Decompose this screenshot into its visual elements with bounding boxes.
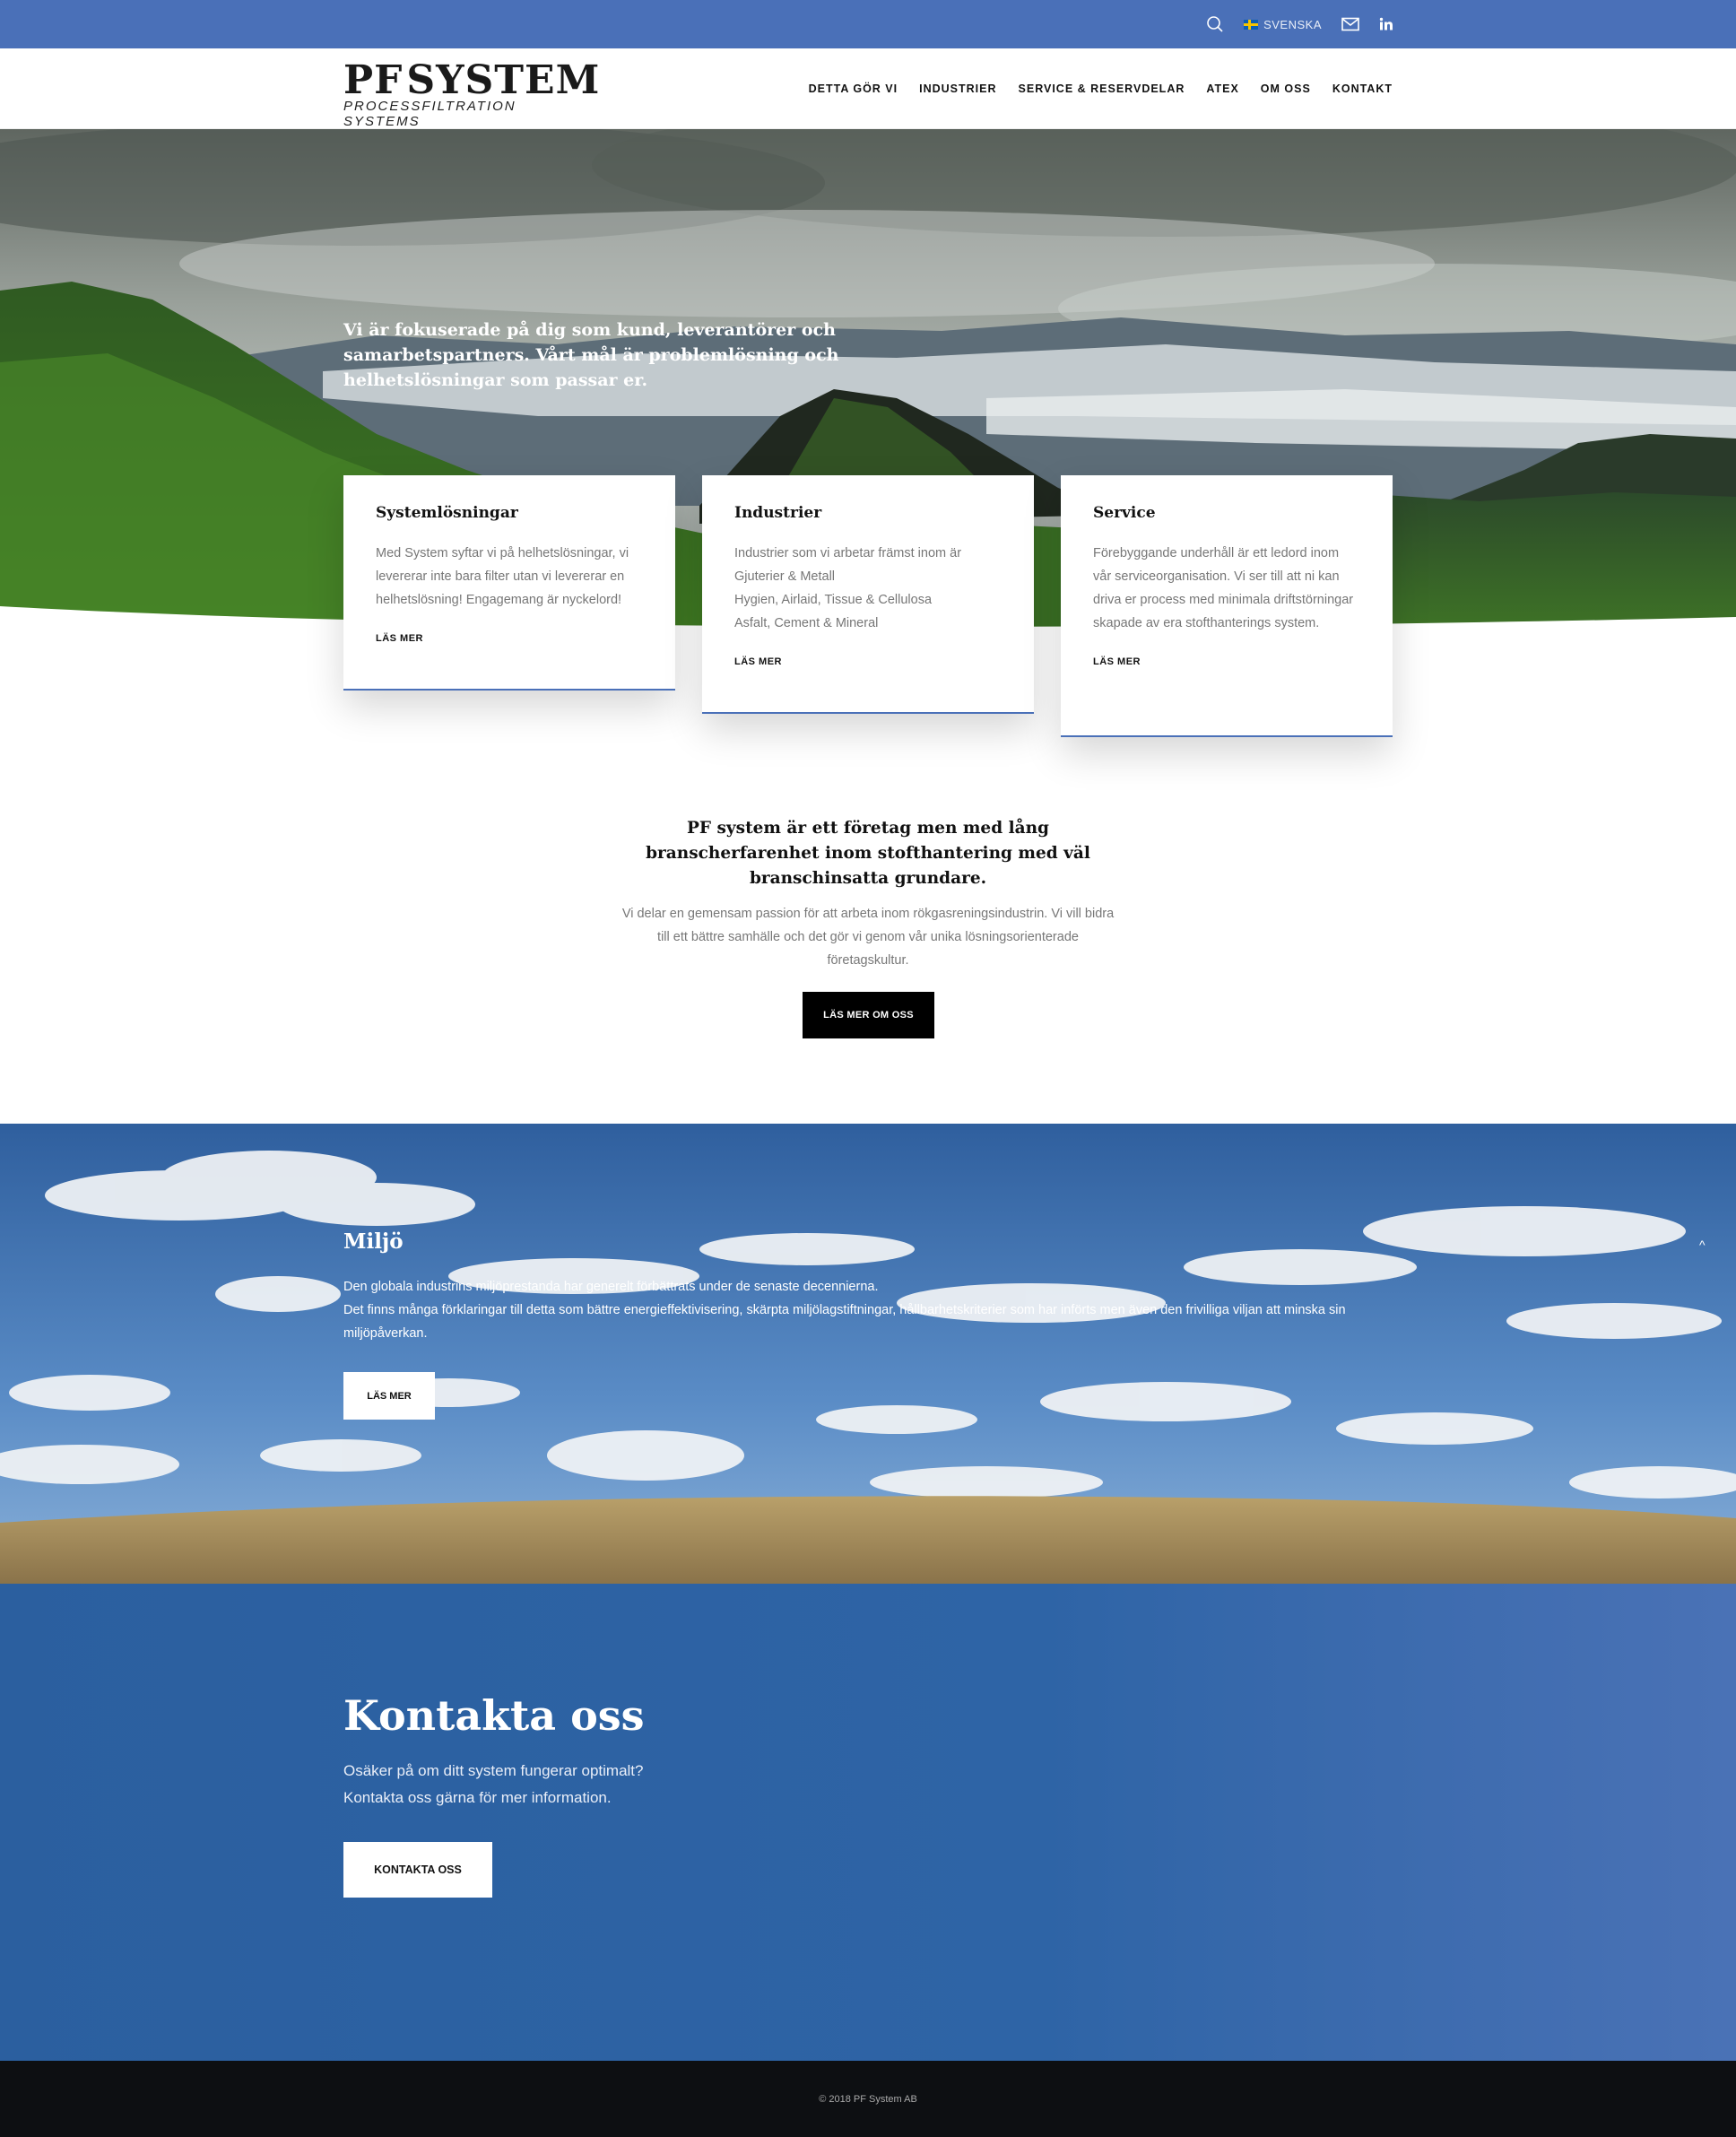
site-footer: © 2018 PF System AB (0, 2061, 1736, 2137)
linkedin-icon[interactable] (1379, 17, 1393, 31)
environment-title: Miljö (343, 1229, 404, 1254)
sky-field-image (0, 1124, 1736, 1584)
card-service[interactable]: Service Förebyggande underhåll är ett le… (1061, 475, 1393, 737)
search-icon[interactable] (1206, 15, 1224, 33)
card-text: Förebyggande underhåll är ett ledord ino… (1093, 546, 1354, 630)
card-title: Systemlösningar (376, 504, 518, 522)
card-text-line: Gjuterier & Metall (734, 569, 836, 584)
nav-atex[interactable]: ATEX (1206, 83, 1238, 95)
contact-text-line: Kontakta oss gärna för mer information. (343, 1789, 612, 1806)
environment-content: Miljö Den globala industrins miljöpresta… (343, 1229, 1397, 1345)
copyright-text: © 2018 PF System AB (819, 2093, 917, 2105)
contact-title: Kontakta oss (343, 1691, 645, 1740)
logo-text-right: SYSTEM (406, 57, 601, 103)
card-read-more-link[interactable]: LÄS MER (1093, 656, 1141, 667)
card-read-more-link[interactable]: LÄS MER (734, 656, 782, 667)
card-systemlosningar[interactable]: Systemlösningar Med System syftar vi på … (343, 475, 675, 691)
language-switcher[interactable]: SVENSKA (1244, 18, 1322, 31)
contact-section: Kontakta oss Osäker på om ditt system fu… (0, 1584, 1736, 2061)
nav-detta-gor-vi[interactable]: DETTA GÖR VI (809, 83, 898, 95)
card-text: Med System syftar vi på helhetslösningar… (376, 546, 629, 607)
card-title: Service (1093, 504, 1156, 522)
site-header: PF SYSTEM PROCESSFILTRATION SYSTEMS DETT… (0, 48, 1736, 129)
hero-text: Vi är fokuserade på dig som kund, levera… (343, 320, 839, 390)
card-text-line: Industrier som vi arbetar främst inom är (734, 546, 962, 560)
nav-service-reservdelar[interactable]: SERVICE & RESERVDELAR (1019, 83, 1185, 95)
card-industrier[interactable]: Industrier Industrier som vi arbetar frä… (702, 475, 1034, 714)
top-bar-tools: SVENSKA (1206, 0, 1393, 48)
card-title: Industrier (734, 504, 822, 522)
logo[interactable]: PF SYSTEM PROCESSFILTRATION SYSTEMS (343, 57, 599, 130)
environment-read-more-button[interactable]: LÄS MER (343, 1372, 435, 1420)
scroll-to-top-icon[interactable]: ^ (1699, 1238, 1706, 1252)
intro-heading: PF system är ett företag men med lång br… (646, 819, 1090, 888)
intro-text: Vi delar en gemensam passion för att arb… (621, 907, 1115, 968)
logo-text-left: PF (343, 57, 404, 103)
card-text: Industrier som vi arbetar främst inom är… (734, 542, 1002, 635)
logo-tagline: PROCESSFILTRATION SYSTEMS (343, 99, 516, 129)
main-nav: DETTA GÖR VI INDUSTRIER SERVICE & RESERV… (809, 48, 1393, 129)
mail-icon[interactable] (1341, 17, 1359, 31)
contact-text: Osäker på om ditt system fungerar optima… (343, 1758, 643, 1811)
read-more-about-us-button[interactable]: LÄS MER OM OSS (803, 992, 934, 1038)
logo-wordmark: PF SYSTEM (343, 57, 599, 103)
card-text-line: Asfalt, Cement & Mineral (734, 616, 879, 630)
contact-text-line: Osäker på om ditt system fungerar optima… (343, 1762, 644, 1779)
environment-text-line: Den globala industrins miljöprestanda ha… (343, 1280, 879, 1294)
contact-us-button[interactable]: KONTAKTA OSS (343, 1842, 492, 1898)
environment-section: Miljö Den globala industrins miljöpresta… (0, 1124, 1736, 1584)
environment-text: Den globala industrins miljöprestanda ha… (343, 1275, 1397, 1345)
nav-om-oss[interactable]: OM OSS (1261, 83, 1311, 95)
top-bar: SVENSKA (0, 0, 1736, 48)
nav-kontakt[interactable]: KONTAKT (1332, 83, 1393, 95)
card-text-line: Hygien, Airlaid, Tissue & Cellulosa (734, 593, 933, 607)
flag-icon (1244, 19, 1259, 30)
language-label: SVENSKA (1263, 17, 1322, 31)
nav-industrier[interactable]: INDUSTRIER (919, 83, 996, 95)
card-read-more-link[interactable]: LÄS MER (376, 633, 423, 644)
environment-text-line: Det finns många förklaringar till detta … (343, 1303, 1346, 1341)
